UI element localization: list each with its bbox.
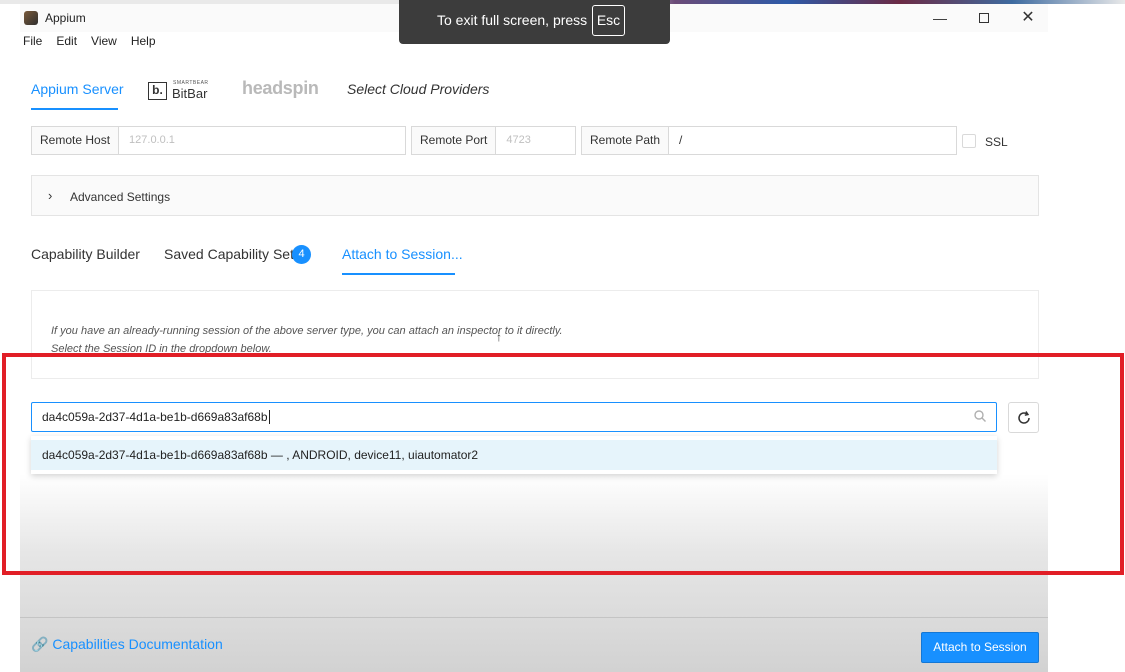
advanced-settings-label: Advanced Settings — [70, 190, 171, 204]
window-title: Appium — [45, 11, 86, 25]
docs-link-label: Capabilities Documentation — [52, 636, 223, 652]
remote-port-label: Remote Port — [411, 126, 497, 155]
footer-divider — [20, 617, 1048, 618]
menu-bar: File Edit View Help — [20, 34, 156, 52]
text-cursor-icon: ↑ — [496, 330, 502, 344]
remote-port-group: Remote Port 4723 — [411, 126, 577, 155]
remote-path-group: Remote Path / — [581, 126, 958, 155]
tab-capability-builder[interactable]: Capability Builder — [31, 246, 140, 262]
remote-port-input[interactable]: 4723 — [496, 126, 577, 155]
red-highlight-box — [2, 353, 1124, 575]
chevron-right-icon: › — [48, 188, 53, 203]
fullscreen-exit-toast: To exit full screen, press Esc — [399, 0, 670, 44]
bitbar-logo-icon: b. — [148, 82, 167, 100]
remote-path-label: Remote Path — [581, 126, 670, 155]
menu-help[interactable]: Help — [131, 34, 156, 52]
remote-host-input[interactable]: 127.0.0.1 — [119, 126, 407, 155]
active-tab-indicator — [31, 108, 118, 110]
bitbar-label: BitBar — [172, 86, 208, 101]
tab-headspin[interactable]: headspin — [242, 78, 319, 99]
menu-edit[interactable]: Edit — [56, 34, 77, 52]
active-capability-tab-indicator — [342, 273, 455, 275]
ssl-label: SSL — [985, 135, 1008, 149]
remote-path-input[interactable]: / — [669, 126, 958, 155]
remote-host-group: Remote Host 127.0.0.1 — [31, 126, 407, 155]
attach-to-session-button[interactable]: Attach to Session — [921, 632, 1039, 663]
saved-sets-count-badge: 4 — [292, 245, 311, 264]
minimize-icon[interactable]: — — [930, 9, 950, 27]
attach-hint-line-1: If you have an already-running session o… — [51, 325, 563, 337]
esc-key-badge: Esc — [592, 5, 625, 36]
tab-appium-server[interactable]: Appium Server — [31, 81, 124, 97]
tab-saved-capability-sets[interactable]: Saved Capability Sets — [164, 246, 301, 262]
maximize-icon[interactable] — [974, 9, 994, 27]
menu-file[interactable]: File — [23, 34, 42, 52]
ssl-checkbox[interactable] — [962, 134, 976, 148]
tab-attach-to-session[interactable]: Attach to Session... — [342, 246, 463, 262]
menu-view[interactable]: View — [91, 34, 117, 52]
tab-select-cloud-providers[interactable]: Select Cloud Providers — [347, 81, 489, 97]
remote-host-label: Remote Host — [31, 126, 120, 155]
capabilities-docs-link[interactable]: 🔗 Capabilities Documentation — [31, 636, 223, 653]
advanced-settings-panel[interactable]: › Advanced Settings — [31, 175, 1039, 216]
appium-app-icon — [24, 11, 38, 25]
close-icon[interactable]: ✕ — [1018, 9, 1038, 27]
link-icon: 🔗 — [31, 636, 49, 652]
toast-text: To exit full screen, press — [437, 12, 588, 28]
